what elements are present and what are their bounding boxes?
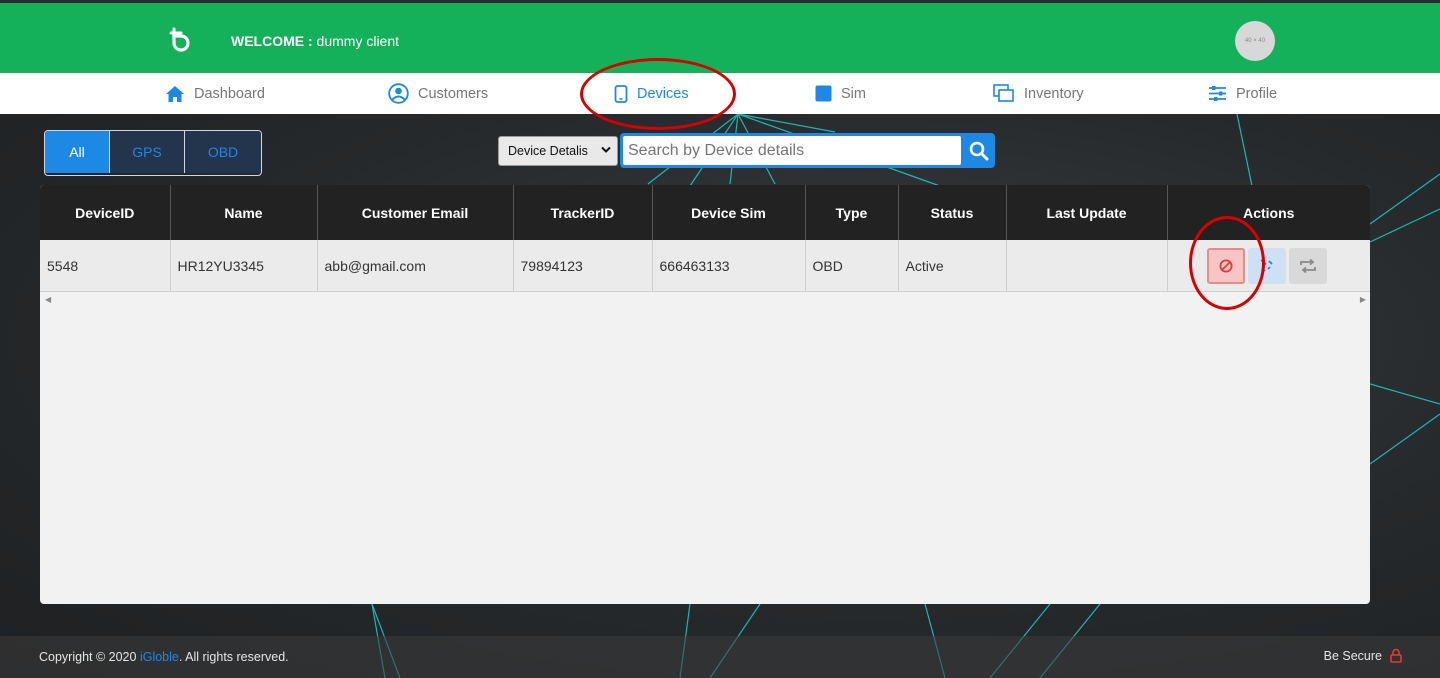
unlink-device-button[interactable] <box>1247 247 1286 284</box>
lock-icon <box>1390 648 1402 663</box>
column-header-type[interactable]: Type <box>805 185 899 240</box>
devices-table-panel: DeviceID Name Customer Email TrackerID D… <box>40 185 1370 604</box>
cell-email: abb@gmail.com <box>317 240 514 292</box>
table-row: 5548 HR12YU3345 abb@gmail.com 79894123 6… <box>40 240 1370 292</box>
search-field-select[interactable]: Device Detalis <box>498 136 618 166</box>
user-circle-icon <box>388 83 409 104</box>
tablet-icon <box>614 84 628 103</box>
column-header-actions: Actions <box>1167 185 1370 240</box>
cell-device-id: 5548 <box>40 240 171 292</box>
main-navigation: Dashboard Customers Devices Sim Inventor… <box>0 73 1440 114</box>
nav-item-label: Devices <box>637 85 689 102</box>
search-input[interactable]: Search by Device details <box>623 136 961 165</box>
welcome-message: WELCOME : dummy client <box>231 33 399 49</box>
avatar[interactable]: 40 × 40 <box>1235 21 1275 61</box>
copyright-suffix: . All rights reserved. <box>178 650 289 664</box>
column-header-device-id[interactable]: DeviceID <box>40 185 171 240</box>
scroll-right-arrow-icon[interactable]: ▶ <box>1360 295 1366 304</box>
swap-device-button[interactable] <box>1288 247 1327 284</box>
cell-device-sim: 666463133 <box>652 240 806 292</box>
nav-item-label: Sim <box>841 85 866 102</box>
footer: Copyright © 2020 iGloble. All rights res… <box>0 636 1440 678</box>
filter-gps-button[interactable]: GPS <box>109 131 184 173</box>
column-header-last-update[interactable]: Last Update <box>1006 185 1168 240</box>
nav-item-label: Profile <box>1236 85 1278 102</box>
nav-item-devices[interactable]: Devices <box>614 73 689 114</box>
nav-item-dashboard[interactable]: Dashboard <box>165 73 265 114</box>
nav-item-profile[interactable]: Profile <box>1208 73 1277 114</box>
nav-item-label: Inventory <box>1024 85 1084 102</box>
column-header-status[interactable]: Status <box>898 185 1007 240</box>
brand-logo-icon[interactable] <box>168 25 196 53</box>
sim-square-icon <box>815 85 832 102</box>
search-button[interactable] <box>963 133 995 168</box>
filter-obd-button[interactable]: OBD <box>184 131 261 173</box>
sliders-icon <box>1209 86 1226 101</box>
be-secure-label: Be Secure <box>1323 648 1382 663</box>
cell-type: OBD <box>805 240 899 292</box>
top-header-bar: WELCOME : dummy client 40 × 40 <box>0 3 1440 73</box>
search-box: Search by Device details <box>620 133 995 168</box>
block-icon <box>1219 259 1232 272</box>
column-header-name[interactable]: Name <box>170 185 318 240</box>
welcome-user-name: dummy client <box>316 33 400 49</box>
column-header-device-sim[interactable]: Device Sim <box>652 185 806 240</box>
be-secure-badge: Be Secure <box>1324 648 1402 663</box>
nav-item-customers[interactable]: Customers <box>388 73 488 114</box>
cell-tracker-id: 79894123 <box>513 240 653 292</box>
scroll-left-arrow-icon[interactable]: ◀ <box>45 295 51 304</box>
copy-windows-icon <box>993 84 1014 102</box>
table-header-row: DeviceID Name Customer Email TrackerID D… <box>40 185 1370 240</box>
brand-link[interactable]: iGloble <box>140 650 179 664</box>
cell-actions <box>1167 240 1370 292</box>
swap-icon <box>1299 258 1316 273</box>
cell-name: HR12YU3345 <box>170 240 318 292</box>
search-icon <box>969 141 989 160</box>
chevron-down-icon <box>601 146 611 153</box>
nav-item-label: Customers <box>418 85 489 102</box>
nav-item-sim[interactable]: Sim <box>815 73 866 114</box>
select-value: Device Detalis <box>508 144 588 158</box>
row-actions <box>1175 247 1364 284</box>
column-header-customer-email[interactable]: Customer Email <box>317 185 514 240</box>
cell-status: Active <box>898 240 1007 292</box>
nav-item-inventory[interactable]: Inventory <box>993 73 1084 114</box>
welcome-label: WELCOME : <box>231 33 313 49</box>
filter-all-button[interactable]: All <box>45 131 109 173</box>
home-icon <box>166 85 184 102</box>
nav-item-label: Dashboard <box>194 85 265 102</box>
column-header-tracker-id[interactable]: TrackerID <box>513 185 653 240</box>
copyright-prefix: Copyright © 2020 <box>39 650 140 664</box>
copyright-text: Copyright © 2020 iGloble. All rights res… <box>39 650 289 664</box>
block-device-button[interactable] <box>1206 247 1245 284</box>
device-type-filter: All GPS OBD <box>44 130 262 176</box>
unlink-icon <box>1260 259 1273 272</box>
devices-table: DeviceID Name Customer Email TrackerID D… <box>40 185 1370 292</box>
cell-last-update <box>1006 240 1168 292</box>
